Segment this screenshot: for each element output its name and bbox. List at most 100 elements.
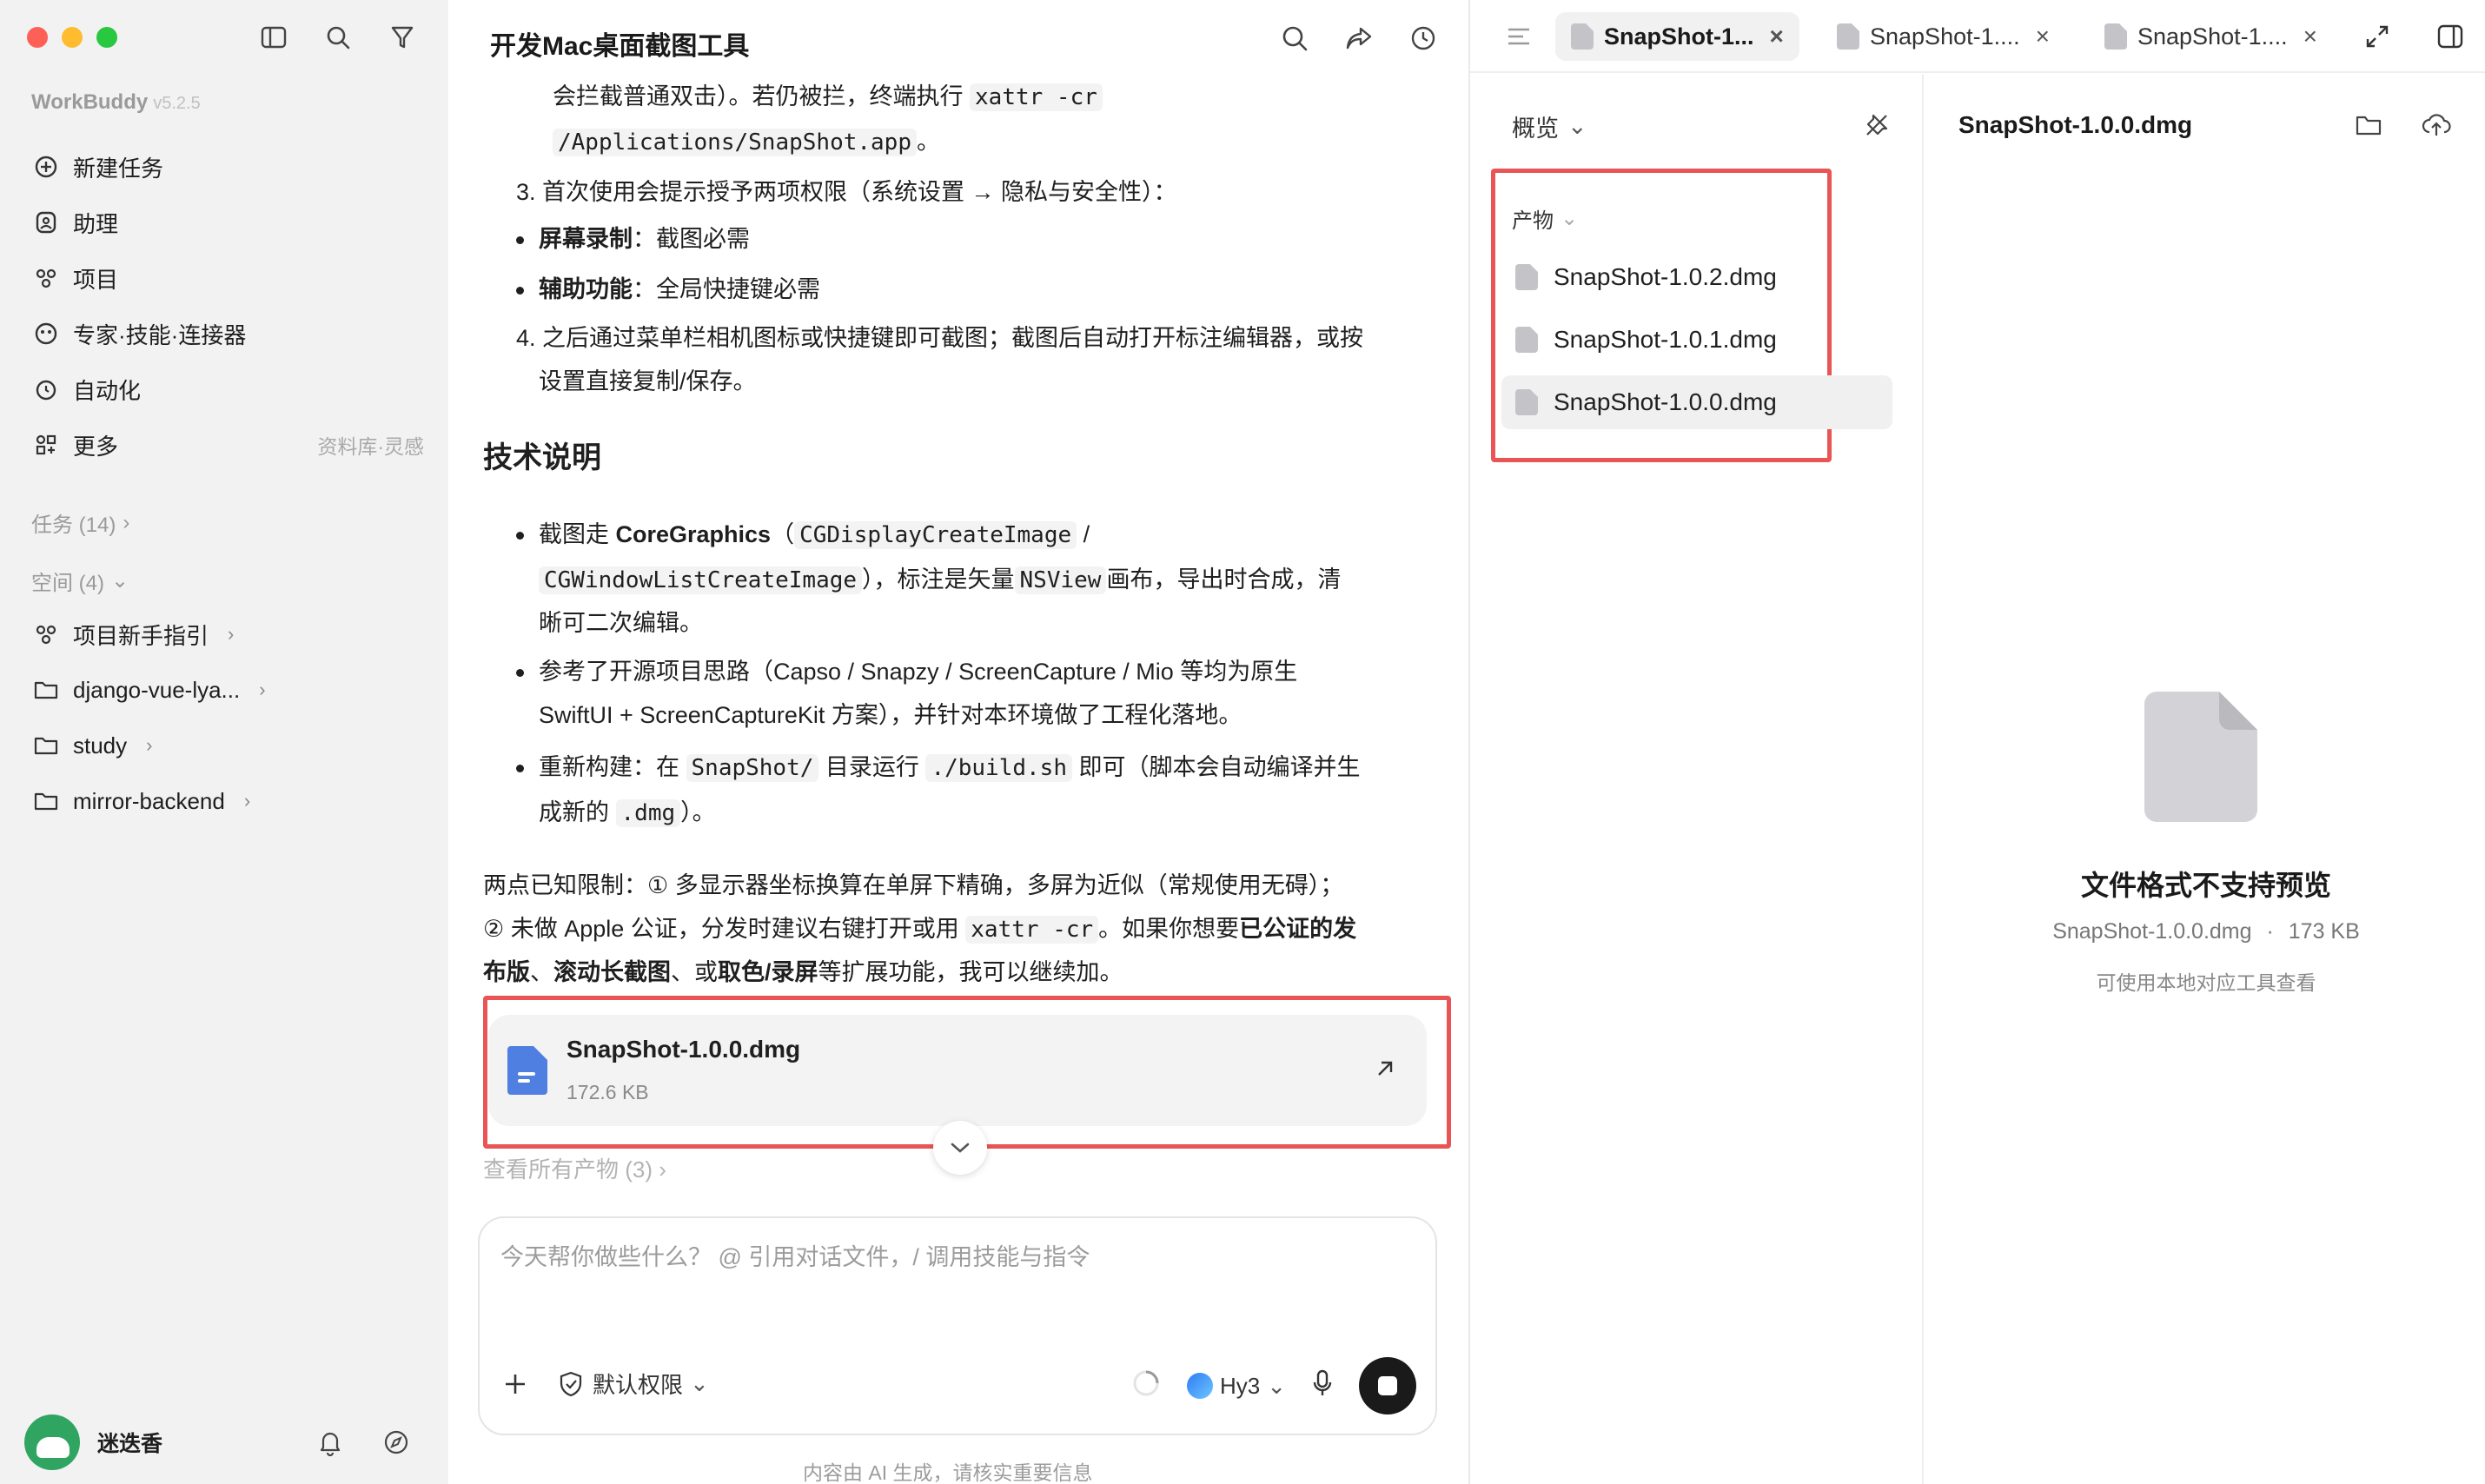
nav-label: 更多 xyxy=(73,433,119,460)
model-select[interactable]: Hy3 ⌄ xyxy=(1186,1372,1286,1400)
close-icon[interactable]: × xyxy=(2036,23,2050,50)
upload-cloud-icon[interactable] xyxy=(2419,108,2454,142)
text: 。 xyxy=(917,129,940,155)
unpin-icon[interactable] xyxy=(1861,109,1892,141)
plus-circle-icon xyxy=(31,152,61,182)
space-item-django[interactable]: django-vue-lya... › xyxy=(24,662,424,718)
code-snippet: xattr -cr xyxy=(970,83,1103,111)
text-line: 成新的 .dmg）。 xyxy=(539,791,716,835)
filter-icon[interactable] xyxy=(386,21,419,54)
sidebar-toggle-icon[interactable] xyxy=(257,21,290,54)
close-icon[interactable]: × xyxy=(2303,23,2317,50)
text: 即可（脚本会自动编译并生 xyxy=(1078,754,1361,780)
expand-icon[interactable] xyxy=(2360,19,2395,54)
page-title: 开发Mac桌面截图工具 xyxy=(490,32,750,61)
tab-file-3[interactable]: SnapShot-1.... × xyxy=(2089,12,2333,61)
user-name: 迷迭香 xyxy=(97,1432,163,1456)
space-item-mirror[interactable]: mirror-backend › xyxy=(24,773,424,829)
text-line: SwiftUI + ScreenCaptureKit 方案），并针对本环境做了工… xyxy=(539,702,1242,728)
artifact-item-selected[interactable]: SnapShot-1.0.0.dmg xyxy=(1501,375,1892,429)
preview-title: SnapShot-1.0.0.dmg xyxy=(1958,111,2193,138)
text: CoreGraphics xyxy=(615,521,772,547)
microphone-icon[interactable] xyxy=(1312,1369,1333,1403)
text: 滚动长截图 xyxy=(553,959,671,985)
scroll-to-bottom-button[interactable] xyxy=(933,1121,987,1175)
view-all-artifacts-link[interactable]: 查看所有产物 (3) › xyxy=(483,1152,666,1184)
text: 截图走 xyxy=(539,521,616,547)
text-line: 4. 之后通过菜单栏相机图标或快捷键即可截图；截图后自动打开标注编辑器，或按 xyxy=(516,325,1364,351)
nav-label: 项目 xyxy=(73,266,119,293)
close-window-button[interactable] xyxy=(27,27,48,48)
file-attachment-card[interactable]: SnapShot-1.0.0.dmg 172.6 KB xyxy=(488,1015,1427,1126)
preview-file-info: SnapShot-1.0.0.dmg · 173 KB xyxy=(1925,919,2485,944)
file-icon xyxy=(1515,389,1538,415)
nav-label: 助理 xyxy=(73,210,119,237)
nav-label: 新建任务 xyxy=(73,155,164,182)
preview-file-name: SnapShot-1.0.0.dmg xyxy=(2052,919,2252,944)
open-external-icon[interactable] xyxy=(1369,1053,1401,1084)
stop-icon xyxy=(1378,1376,1397,1395)
space-item-study[interactable]: study › xyxy=(24,718,424,773)
close-icon[interactable]: × xyxy=(1770,23,1784,50)
tasks-section-toggle[interactable]: 任务 (14) › xyxy=(31,507,129,538)
assistant-icon xyxy=(31,208,61,237)
space-list: 项目新手指引 › django-vue-lya... › study › mir… xyxy=(24,606,424,829)
user-profile[interactable]: 迷迭香 xyxy=(24,1414,162,1470)
folder-icon[interactable] xyxy=(2351,108,2386,142)
file-icon xyxy=(1837,23,1859,50)
nav-project[interactable]: 项目 xyxy=(24,250,424,306)
chevron-right-icon: › xyxy=(259,679,266,700)
share-icon[interactable] xyxy=(1342,21,1376,56)
zoom-window-button[interactable] xyxy=(96,27,117,48)
space-label: study xyxy=(73,732,128,759)
artifact-item[interactable]: SnapShot-1.0.1.dmg xyxy=(1501,313,1892,367)
text-line: 两点已知限制：① 多显示器坐标换算在单屏下精确，多屏为近似（常规使用无碍）； xyxy=(483,872,1344,898)
list-icon[interactable] xyxy=(1503,21,1534,52)
artifact-item[interactable]: SnapShot-1.0.2.dmg xyxy=(1501,250,1892,304)
nav-more[interactable]: 更多 资料库·灵感 xyxy=(24,417,424,473)
text-line: 3. 首次使用会提示授予两项权限（系统设置 → 隐私与安全性）： xyxy=(516,179,1177,205)
tab-file-2[interactable]: SnapShot-1.... × xyxy=(1821,12,2065,61)
code-snippet: ./build.sh xyxy=(925,754,1072,782)
grid-icon xyxy=(31,430,61,460)
artifact-group-toggle[interactable]: 产物 ⌄ xyxy=(1512,203,1578,234)
file-icon xyxy=(1571,23,1594,50)
bullet-item: 屏幕录制：截图必需 xyxy=(516,217,750,261)
chevron-right-icon: › xyxy=(659,1156,666,1183)
model-logo-icon xyxy=(1186,1373,1213,1399)
stop-button[interactable] xyxy=(1359,1357,1416,1414)
nav-assistant[interactable]: 助理 xyxy=(24,195,424,250)
chevron-right-icon: › xyxy=(243,790,251,812)
permission-select[interactable]: 默认权限 ⌄ xyxy=(556,1368,709,1400)
overview-dropdown[interactable]: 概览 ⌄ xyxy=(1512,109,1587,143)
search-icon[interactable] xyxy=(321,21,355,54)
message-input[interactable] xyxy=(500,1236,1369,1279)
code-snippet: CGWindowListCreateImage xyxy=(539,566,863,594)
panel-toggle-icon[interactable] xyxy=(2433,19,2468,54)
search-icon[interactable] xyxy=(1277,21,1312,56)
nav-new-task[interactable]: 新建任务 xyxy=(24,139,424,195)
folder-icon xyxy=(31,675,61,705)
text: ）。 xyxy=(680,799,716,825)
nav-automation[interactable]: 自动化 xyxy=(24,361,424,417)
permission-label: 默认权限 xyxy=(593,1372,684,1398)
ai-disclaimer: 内容由 AI 生成，请核实重要信息 xyxy=(803,1461,1093,1484)
plus-icon[interactable] xyxy=(500,1369,530,1399)
compass-icon[interactable] xyxy=(379,1425,414,1460)
nav-more-extra[interactable]: 资料库·灵感 xyxy=(317,430,424,460)
model-label: Hy3 xyxy=(1219,1372,1261,1399)
space-label: django-vue-lya... xyxy=(73,676,241,703)
history-icon[interactable] xyxy=(1406,21,1441,56)
file-icon xyxy=(1515,264,1538,290)
space-item-guide[interactable]: 项目新手指引 › xyxy=(24,606,424,662)
minimize-window-button[interactable] xyxy=(62,27,83,48)
text: 屏幕录制 xyxy=(539,226,633,252)
nav-label: 自动化 xyxy=(73,377,142,404)
artifact-name: SnapShot-1.0.0.dmg xyxy=(1554,388,1777,415)
bell-icon[interactable] xyxy=(313,1425,348,1460)
chevron-down-icon: ⌄ xyxy=(1561,207,1579,230)
text: 成新的 xyxy=(539,799,609,825)
tab-file-1[interactable]: SnapShot-1... × xyxy=(1555,12,1799,61)
spaces-section-toggle[interactable]: 空间 (4) ⌄ xyxy=(31,566,129,596)
nav-expert[interactable]: 专家·技能·连接器 xyxy=(24,306,424,361)
